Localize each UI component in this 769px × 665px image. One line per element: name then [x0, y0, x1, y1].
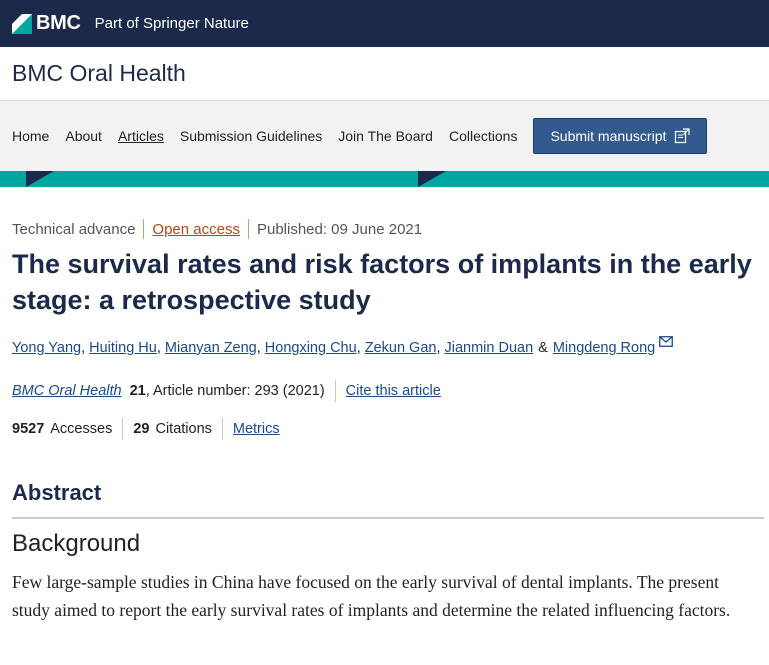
journal-citation-link[interactable]: BMC Oral Health — [12, 383, 122, 399]
author-link[interactable]: Hongxing Chu — [265, 340, 357, 356]
journal-header: BMC Oral Health — [0, 47, 769, 101]
nav-collections[interactable]: Collections — [449, 128, 517, 144]
author-link[interactable]: Mianyan Zeng — [165, 340, 257, 356]
accent-stripe — [0, 171, 769, 187]
author-link[interactable]: Yong Yang — [12, 340, 81, 356]
open-access-link[interactable]: Open access — [152, 221, 240, 238]
volume-number: 21 — [129, 383, 146, 399]
article-meta: Technical advance Open access Published:… — [12, 219, 422, 239]
author-list: Yong Yang, Huiting Hu, Mianyan Zeng, Hon… — [12, 336, 674, 356]
author-link[interactable]: Jianmin Duan — [445, 340, 534, 356]
stripe-shape-right — [418, 171, 446, 187]
published-date: Published: 09 June 2021 — [256, 220, 423, 238]
journal-title-link[interactable]: BMC Oral Health — [12, 60, 186, 87]
citations-count: 29 — [133, 421, 150, 437]
brand-tagline: Part of Springer Nature — [94, 15, 249, 32]
metrics-line: 9527 Accesses 29 Citations Metrics — [12, 418, 280, 440]
citations-label: Citations — [155, 421, 212, 437]
nav-about[interactable]: About — [65, 128, 102, 144]
abstract-heading: Abstract — [12, 480, 102, 505]
corresponding-author-link[interactable]: Mingdeng Rong — [553, 340, 655, 356]
abstract-divider — [12, 517, 764, 519]
nav-submission-guidelines[interactable]: Submission Guidelines — [180, 128, 322, 144]
external-submit-icon — [674, 128, 690, 144]
metrics-divider — [221, 418, 223, 440]
citation-line: BMC Oral Health 21 , Article number: 293… — [12, 380, 441, 402]
background-heading: Background — [12, 530, 141, 557]
author-link[interactable]: Zekun Gan — [365, 340, 437, 356]
author-link[interactable]: Huiting Hu — [89, 340, 157, 356]
accesses-count: 9527 — [12, 421, 45, 437]
stripe-shape-left — [26, 171, 54, 187]
metrics-link[interactable]: Metrics — [233, 421, 280, 437]
citation-divider — [334, 380, 336, 402]
author-conjunction: & — [538, 340, 548, 356]
accesses-label: Accesses — [50, 421, 113, 437]
bmc-logo-icon — [12, 13, 32, 34]
background-text: Few large-sample studies in China have f… — [12, 572, 731, 620]
article-number: , Article number: 293 (2021) — [145, 383, 325, 399]
meta-divider — [247, 219, 249, 239]
meta-divider — [143, 219, 145, 239]
nav-home[interactable]: Home — [12, 128, 49, 144]
journal-nav: Home About Articles Submission Guideline… — [0, 101, 769, 171]
nav-join-the-board[interactable]: Join The Board — [338, 128, 433, 144]
bmc-brand-name: BMC — [36, 12, 81, 34]
metrics-divider — [122, 418, 124, 440]
envelope-icon[interactable] — [659, 335, 674, 351]
cite-this-article-link[interactable]: Cite this article — [346, 383, 441, 399]
submit-manuscript-button[interactable]: Submit manuscript — [533, 118, 708, 154]
article-title: The survival rates and risk factors of i… — [12, 249, 752, 315]
article-type: Technical advance — [12, 220, 136, 238]
bmc-logo-link[interactable]: BMC — [12, 12, 81, 35]
submit-manuscript-label: Submit manuscript — [550, 128, 667, 144]
nav-articles[interactable]: Articles — [118, 128, 164, 144]
publisher-bar: BMC Part of Springer Nature — [0, 0, 769, 47]
